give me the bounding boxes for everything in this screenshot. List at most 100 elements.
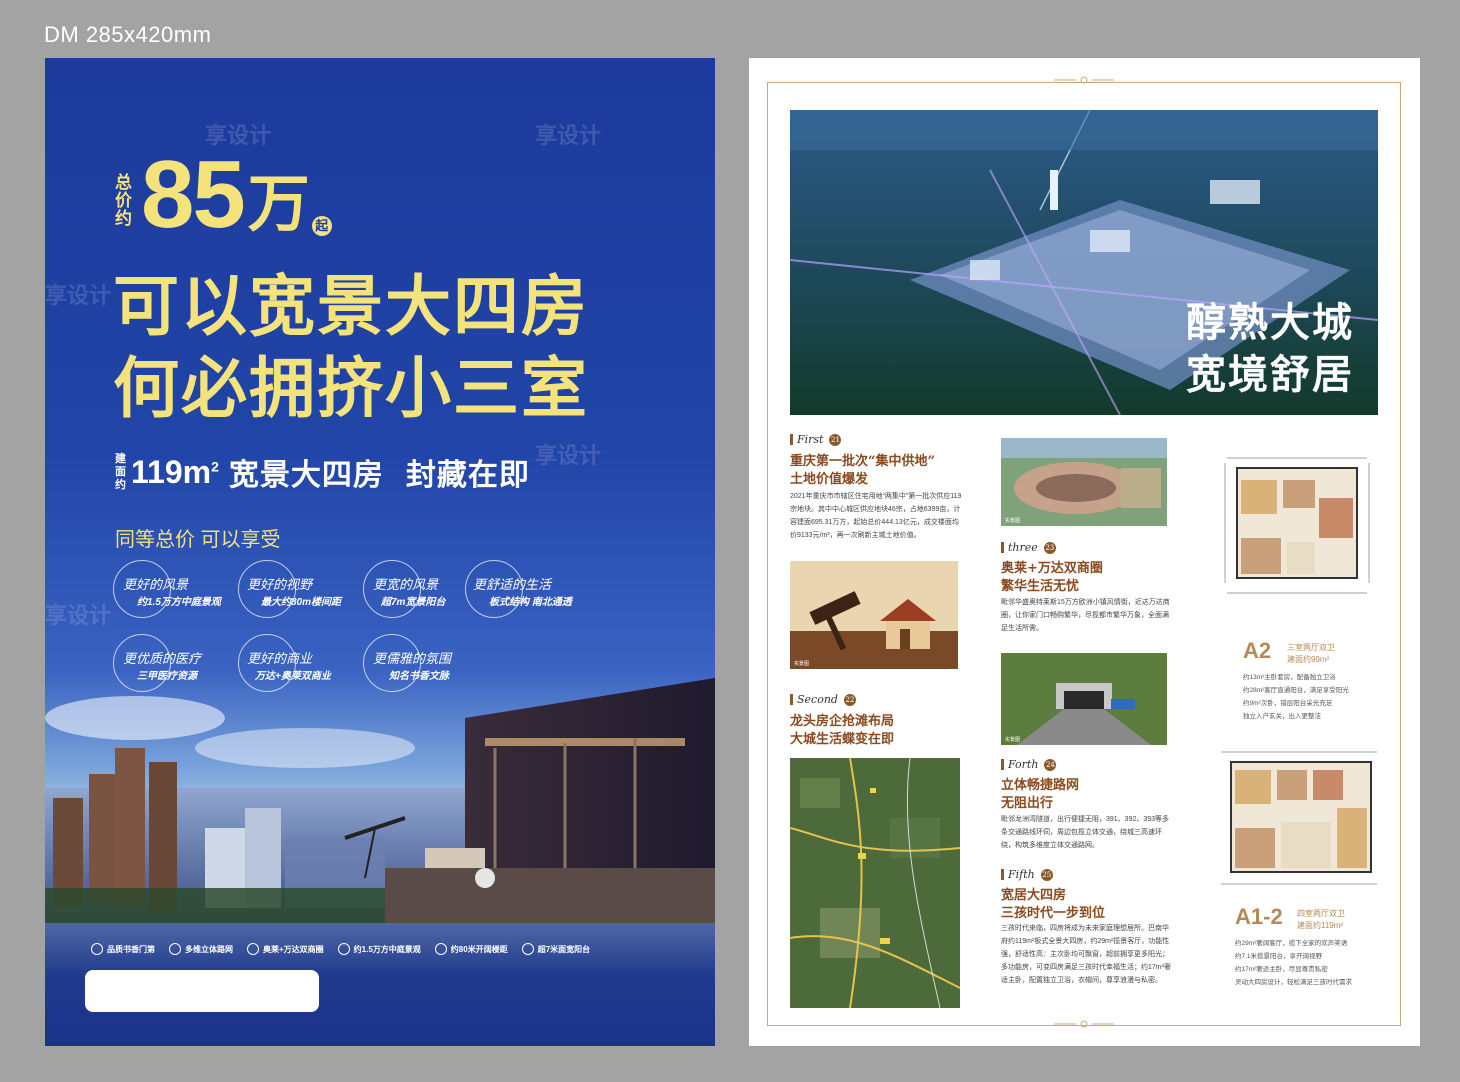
section-label-text: Fifth xyxy=(1008,868,1035,881)
section-label: Second 22 xyxy=(790,693,856,706)
bar-item-icon xyxy=(337,943,350,955)
photo-tag: 实景图 xyxy=(1005,737,1021,743)
bar-item: 品质书香门第 xyxy=(91,943,155,955)
feature-title: 更儒雅的氛围 xyxy=(373,651,452,666)
feature-title: 更优质的医疗 xyxy=(123,651,202,666)
section-label: three 23 xyxy=(1001,541,1056,554)
rooftop-city-scene-image xyxy=(45,678,715,923)
label-bar xyxy=(1001,869,1004,880)
floor-plan-a1-2-image xyxy=(1207,738,1387,898)
gavel-house-image: 实景图 xyxy=(790,561,958,669)
section-number-badge: 25 xyxy=(1040,868,1053,881)
bar-item-icon xyxy=(521,943,534,955)
section-label-text: Forth xyxy=(1008,758,1039,771)
section-label-text: three xyxy=(1008,541,1038,554)
price-suffix-badge: 起 xyxy=(311,216,332,236)
price-number: 85 xyxy=(141,141,246,248)
bar-item-label: 超7米面宽阳台 xyxy=(537,944,591,954)
bar-item-icon xyxy=(91,943,103,955)
feature-title: 更舒适的生活 xyxy=(473,577,552,592)
floor-plan-a1-2-art xyxy=(1207,738,1387,898)
feature-sub: 约1.5万方中庭景观 xyxy=(137,597,221,608)
section-title: 重庆第一批次“集中供地” 土地价值爆发 xyxy=(790,454,935,487)
area-prefix: 建面约 xyxy=(115,452,126,491)
section-label: Forth 24 xyxy=(1001,758,1057,771)
section-title: 奥莱+万达双商圈 繁华生活无忧 xyxy=(1001,561,1103,594)
section-number-badge: 24 xyxy=(1044,758,1057,771)
feature-title: 更好的风景 xyxy=(123,577,189,592)
price-block: 总价约 85 万 起 xyxy=(115,141,332,248)
bar-item: 约80米开阔楼距 xyxy=(434,943,508,955)
section-number-badge: 22 xyxy=(843,693,856,706)
photo-tag: 实景图 xyxy=(1005,518,1021,524)
section-body: 毗邻华盛奥特莱斯15万方欧洲小镇风情街，近达万达商圈，让你家门口畅购繁华，尽揽都… xyxy=(1001,599,1170,632)
area-text-2: 封藏在即 xyxy=(405,459,530,492)
watermark: 享设计 xyxy=(535,443,602,468)
outlet-mall-art xyxy=(1001,438,1167,526)
ornament-icon xyxy=(1054,76,1114,84)
plan-label: A2 xyxy=(1243,638,1272,663)
aerial-city-hero-image: 醇熟大城 宽境舒居 xyxy=(790,110,1378,415)
hero-title-line-2: 宽境舒居 xyxy=(1186,351,1354,398)
area-text: 宽景大四房 xyxy=(228,459,384,492)
section-title: 龙头房企抢滩布局 大城生活蝶变在即 xyxy=(790,714,895,747)
ornament-icon xyxy=(1054,1020,1114,1028)
feature-title: 更好的商业 xyxy=(247,651,313,666)
feature-sub: 板式结构 南北通透 xyxy=(489,597,572,608)
area-line: 建面约 119m2 宽景大四房 封藏在即 xyxy=(115,450,530,494)
section-label-text: Second xyxy=(797,693,838,706)
satellite-map-image xyxy=(790,758,960,1008)
feature-sub: 超7m宽景阳台 xyxy=(381,597,446,608)
watermark: 享设计 xyxy=(535,123,602,148)
label-bar xyxy=(790,694,793,705)
section-title: 宽居大四房 三孩时代一步到位 xyxy=(1001,888,1106,921)
feature-bar: 品质书香门第 多维立体路网 奥莱+万达双商圈 约1.5万方中庭景观 约80米开阔… xyxy=(45,933,715,965)
plan-sub-1: 三室两厅双卫 xyxy=(1287,643,1335,652)
gavel-house-art xyxy=(790,561,958,669)
bar-item-icon xyxy=(434,943,447,955)
section-label-text: First xyxy=(797,433,824,446)
photo-tag: 实景图 xyxy=(794,661,810,667)
plan-note: 灵动大四房设计，轻松满足三孩时代需求 xyxy=(1235,979,1352,986)
bar-item-label: 约80米开阔楼距 xyxy=(450,944,508,954)
outlet-mall-image: 实景图 xyxy=(1001,438,1167,526)
right-flyer-panel: 醇熟大城 宽境舒居 First 21 重庆第一批次“集中供地” 土地价值爆发 20… xyxy=(749,58,1420,1046)
label-bar xyxy=(790,434,793,445)
plan-note: 约9m²次卧，错层阳台采光充足 xyxy=(1243,700,1333,707)
bar-item-label: 约1.5万方中庭景观 xyxy=(353,944,421,954)
section-number-badge: 21 xyxy=(829,433,842,446)
headline-line-1: 可以宽景大四房 xyxy=(113,269,589,343)
section-body: 三孩时代来临，四房将成为未来家庭理想居所。巴南华府约119m²板式全景大四房，约… xyxy=(1001,925,1171,984)
label-bar xyxy=(1001,759,1004,770)
plan-note: 独立入户玄关，出入更整洁 xyxy=(1243,713,1321,720)
feature-title: 更宽的风景 xyxy=(373,577,439,592)
section-body: 毗邻龙洲湾隧道，出行便捷无阻，391、392、393等多条交通路线环伺，周边包揽… xyxy=(1001,816,1170,849)
area-superscript: 2 xyxy=(211,457,219,474)
tunnel-road-image: 实景图 xyxy=(1001,653,1167,745)
bar-item-label: 品质书香门第 xyxy=(107,944,155,954)
bar-item: 奥莱+万达双商圈 xyxy=(247,943,324,955)
section-label: Fifth 25 xyxy=(1001,868,1053,881)
feature-title: 更好的视野 xyxy=(247,577,313,592)
hero-title-line-1: 醇熟大城 xyxy=(1186,299,1354,346)
watermark: 享设计 xyxy=(45,603,112,628)
plan-note: 约29m²奢阔客厅，揽下全家的欢声笑语 xyxy=(1235,940,1348,947)
section-label: First 21 xyxy=(790,433,842,446)
plan-sub-2: 建面约99m² xyxy=(1287,655,1330,664)
area-value: 119m xyxy=(131,453,212,490)
headline-line-2: 何必拥挤小三室 xyxy=(113,351,589,425)
bar-item-icon xyxy=(169,943,181,955)
area-number: 119m2 xyxy=(131,454,219,491)
plan-note: 约7.1米揽景阳台，享开阔视野 xyxy=(1235,953,1323,960)
price-unit: 万 xyxy=(247,170,310,239)
bar-item-icon xyxy=(247,943,259,955)
bar-item: 约1.5万方中庭景观 xyxy=(337,943,421,955)
plan-sub-1: 四室两厅双卫 xyxy=(1297,909,1345,918)
plan-note: 约17m²奢适主卧，尽显尊贵私密 xyxy=(1235,966,1328,973)
label-bar xyxy=(1001,542,1004,553)
bar-item: 超7米面宽阳台 xyxy=(521,943,591,955)
satellite-map-art xyxy=(790,758,960,1008)
section-body: 2021年重庆市市辖区住宅用地“两集中”第一批次供应119宗地块。其中中心城区供… xyxy=(790,493,962,539)
spec-label: DM 285x420mm xyxy=(44,22,212,47)
bar-item-label: 多维立体路网 xyxy=(185,944,233,954)
